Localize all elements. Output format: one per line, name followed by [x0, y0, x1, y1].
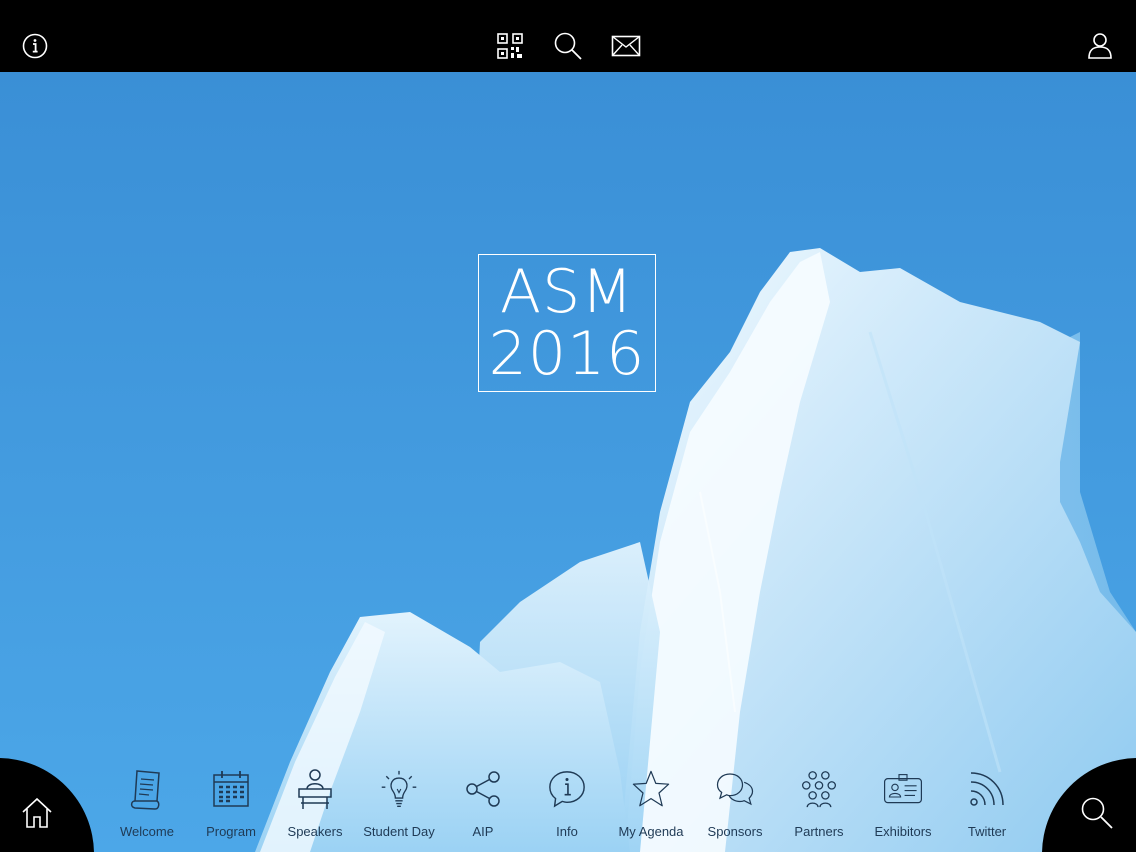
nav-item-aip[interactable]: AIP — [441, 762, 525, 852]
app-home-screen: ASM 2016 Welcome Program Speakers Studen… — [0, 0, 1136, 852]
search-button[interactable] — [552, 30, 584, 62]
top-bar — [0, 0, 1136, 72]
chat-bubbles-icon — [715, 764, 755, 814]
mail-button[interactable] — [610, 30, 642, 62]
group-icon — [799, 764, 839, 814]
iceberg-background-image — [0, 72, 1136, 852]
info-button[interactable] — [19, 30, 51, 62]
podium-speaker-icon — [295, 764, 335, 814]
bottom-nav: Welcome Program Speakers Student Day AIP… — [105, 762, 1031, 852]
background-scene — [0, 72, 1136, 852]
search-icon — [1081, 797, 1113, 829]
nav-item-partners[interactable]: Partners — [777, 762, 861, 852]
event-logo: ASM 2016 — [478, 254, 656, 392]
qr-code-icon — [497, 33, 523, 59]
qr-scan-button[interactable] — [494, 30, 526, 62]
nav-item-welcome[interactable]: Welcome — [105, 762, 189, 852]
logo-line-2: 2016 — [488, 319, 646, 389]
star-icon — [631, 764, 671, 814]
lightbulb-icon — [379, 764, 419, 814]
scroll-icon — [127, 764, 167, 814]
search-icon — [554, 32, 582, 60]
share-icon — [463, 764, 503, 814]
profile-button[interactable] — [1084, 30, 1116, 62]
nav-item-program[interactable]: Program — [189, 762, 273, 852]
nav-item-student-day[interactable]: Student Day — [357, 762, 441, 852]
info-bubble-icon — [547, 764, 587, 814]
user-icon — [1088, 33, 1112, 59]
nav-item-twitter[interactable]: Twitter — [945, 762, 1029, 852]
nav-item-exhibitors[interactable]: Exhibitors — [861, 762, 945, 852]
info-icon — [22, 33, 48, 59]
nav-item-speakers[interactable]: Speakers — [273, 762, 357, 852]
nav-item-my-agenda[interactable]: My Agenda — [609, 762, 693, 852]
calendar-icon — [211, 764, 251, 814]
nav-label: Twitter — [967, 824, 1007, 839]
rss-feed-icon — [967, 764, 1007, 814]
mail-icon — [611, 35, 641, 57]
nav-item-sponsors[interactable]: Sponsors — [693, 762, 777, 852]
nav-item-info[interactable]: Info — [525, 762, 609, 852]
id-badge-icon — [883, 764, 923, 814]
logo-line-1: ASM — [500, 257, 634, 327]
home-icon — [22, 797, 52, 828]
